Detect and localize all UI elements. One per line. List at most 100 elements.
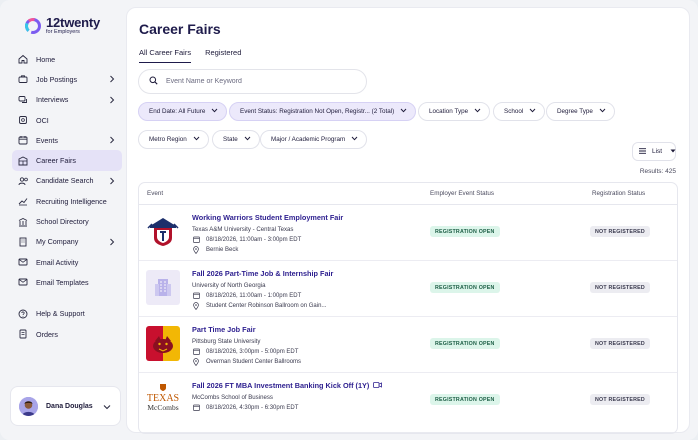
filter-event-status[interactable]: Event Status: Registration Not Open, Reg… [229, 102, 417, 121]
event-location-text: Overman Student Center Ballrooms [206, 359, 302, 365]
event-org: McCombs School of Business [192, 394, 273, 401]
oci-icon [17, 114, 29, 126]
filter-label: Degree Type [557, 108, 593, 115]
filter-label: Major / Academic Program [271, 136, 346, 143]
chevron-down-icon [103, 403, 111, 412]
brand-logo[interactable]: 12twenty for Employers [24, 16, 100, 36]
table-row[interactable]: Part Time Job Fair Pittsburg State Unive… [139, 317, 677, 373]
sidebar-item-job-postings[interactable]: Job Postings [12, 69, 122, 89]
registration-status-badge: NOT REGISTERED [590, 226, 650, 237]
location-pin-icon [192, 358, 200, 366]
tamuct-logo [146, 214, 180, 249]
event-title[interactable]: Working Warriors Student Employment Fair [192, 213, 343, 222]
sidebar-item-label: Orders [36, 329, 58, 339]
event-title[interactable]: Fall 2026 FT MBA Investment Banking Kick… [192, 381, 383, 390]
avatar [19, 396, 38, 416]
sidebar-item-interviews[interactable]: Interviews [12, 90, 122, 110]
school-icon [17, 216, 29, 228]
sidebar-item-home[interactable]: Home [12, 49, 122, 69]
chevron-right-icon [109, 136, 115, 146]
sidebar-item-career-fairs[interactable]: Career Fairs [12, 150, 122, 171]
table-row[interactable]: Working Warriors Student Employment Fair… [139, 205, 677, 261]
help-icon [17, 308, 29, 320]
sidebar-item-label: Career Fairs [36, 156, 76, 166]
texas-mccombs-logo: TEXAS McCombs [146, 382, 180, 417]
sidebar-item-events[interactable]: Events [12, 130, 122, 150]
location-pin-icon [192, 246, 200, 254]
filter-location-type[interactable]: Location Type [418, 102, 491, 121]
filter-label: Metro Region [149, 136, 187, 143]
filter-label: End Date: All Future [149, 108, 206, 115]
sidebar-item-school-directory[interactable]: School Directory [12, 211, 122, 231]
col-event[interactable]: Event [147, 190, 163, 197]
registration-status-badge: NOT REGISTERED [590, 282, 650, 293]
sidebar-item-label: Home [36, 54, 56, 64]
event-org: Pittsburg State University [192, 338, 261, 345]
filter-state[interactable]: State [212, 130, 260, 149]
sidebar-item-recruiting-intelligence[interactable]: Recruiting Intelligence [12, 191, 122, 211]
filter-degree-type[interactable]: Degree Type [546, 102, 615, 121]
filter-major[interactable]: Major / Academic Program [260, 130, 368, 149]
sidebar-item-label: My Company [36, 237, 79, 247]
chevron-down-icon [211, 108, 218, 115]
page-title: Career Fairs [139, 21, 221, 37]
sidebar-item-label: Interviews [36, 95, 69, 105]
calendar-icon [192, 236, 200, 243]
sidebar-item-help-support[interactable]: Help & Support [12, 304, 122, 324]
sidebar-item-my-company[interactable]: My Company [12, 232, 122, 252]
sidebar-item-label: OCI [36, 115, 49, 125]
sidebar-item-oci[interactable]: OCI [12, 110, 122, 130]
sidebar: 12twenty for Employers Home Job Postings… [0, 0, 128, 440]
view-label: List [652, 148, 663, 155]
filter-school[interactable]: School [493, 102, 546, 121]
employer-status-badge: REGISTRATION OPEN [430, 338, 500, 349]
pittsburg-state-logo [146, 326, 180, 361]
tab-all-career-fairs[interactable]: All Career Fairs [139, 48, 192, 63]
logo-text-mccombs: McCombs [147, 403, 178, 412]
chevron-down-icon [351, 136, 358, 143]
event-datetime: 08/18/2026, 4:30pm - 6:30pm EDT [192, 404, 298, 411]
sidebar-item-label: Candidate Search [36, 176, 94, 186]
search-icon [149, 76, 158, 87]
sidebar-item-email-activity[interactable]: Email Activity [12, 252, 122, 272]
location-pin-icon [192, 302, 200, 310]
events-table: Event Employer Event Status Registration… [138, 182, 678, 434]
event-org: University of North Georgia [192, 282, 266, 289]
registration-status-badge: NOT REGISTERED [590, 394, 650, 405]
event-location: Overman Student Center Ballrooms [192, 358, 301, 366]
col-employer-event-status[interactable]: Employer Event Status [430, 190, 494, 197]
event-title-text: Fall 2026 FT MBA Investment Banking Kick… [192, 381, 370, 390]
user-menu[interactable]: Dana Douglas [10, 386, 121, 426]
search-box[interactable] [138, 69, 367, 94]
brand-name: 12twenty [46, 15, 101, 30]
sidebar-item-orders[interactable]: Orders [12, 324, 122, 344]
view-toggle[interactable]: List [632, 142, 676, 161]
orders-icon [17, 328, 29, 340]
app-window: 12twenty for Employers Home Job Postings… [0, 0, 698, 440]
calendar-icon [192, 404, 200, 411]
video-camera-icon [373, 381, 383, 390]
sidebar-item-email-templates[interactable]: Email Templates [12, 272, 122, 292]
event-location: Student Center Robinson Ballroom on Gain… [192, 302, 326, 310]
sidebar-item-candidate-search[interactable]: Candidate Search [12, 171, 122, 191]
table-row[interactable]: Fall 2026 Part-Time Job & Internship Fai… [139, 261, 677, 317]
event-datetime-text: 08/18/2026, 4:30pm - 6:30pm EDT [206, 404, 299, 411]
chevron-down-icon [193, 136, 200, 143]
sidebar-item-label: Events [36, 135, 58, 145]
event-datetime-text: 08/18/2026, 11:00am - 3:00pm EDT [206, 236, 302, 243]
event-datetime-text: 08/18/2026, 3:00pm - 5:00pm EDT [206, 348, 299, 355]
event-title[interactable]: Fall 2026 Part-Time Job & Internship Fai… [192, 269, 333, 278]
tab-registered[interactable]: Registered [205, 48, 241, 63]
chart-icon [17, 195, 29, 207]
calendar-icon [17, 134, 29, 146]
filter-metro-region[interactable]: Metro Region [138, 130, 209, 149]
col-registration-status[interactable]: Registration Status [592, 190, 645, 197]
chevron-down-icon [244, 136, 251, 143]
chevron-right-icon [109, 96, 115, 106]
event-title[interactable]: Part Time Job Fair [192, 325, 256, 334]
table-row[interactable]: TEXAS McCombs Fall 2026 FT MBA Investmen… [139, 373, 677, 429]
brand-sub: for Employers [46, 29, 80, 35]
results-count: Results: 425 [639, 168, 676, 175]
filter-end-date[interactable]: End Date: All Future [138, 102, 228, 121]
search-input[interactable] [166, 78, 356, 85]
